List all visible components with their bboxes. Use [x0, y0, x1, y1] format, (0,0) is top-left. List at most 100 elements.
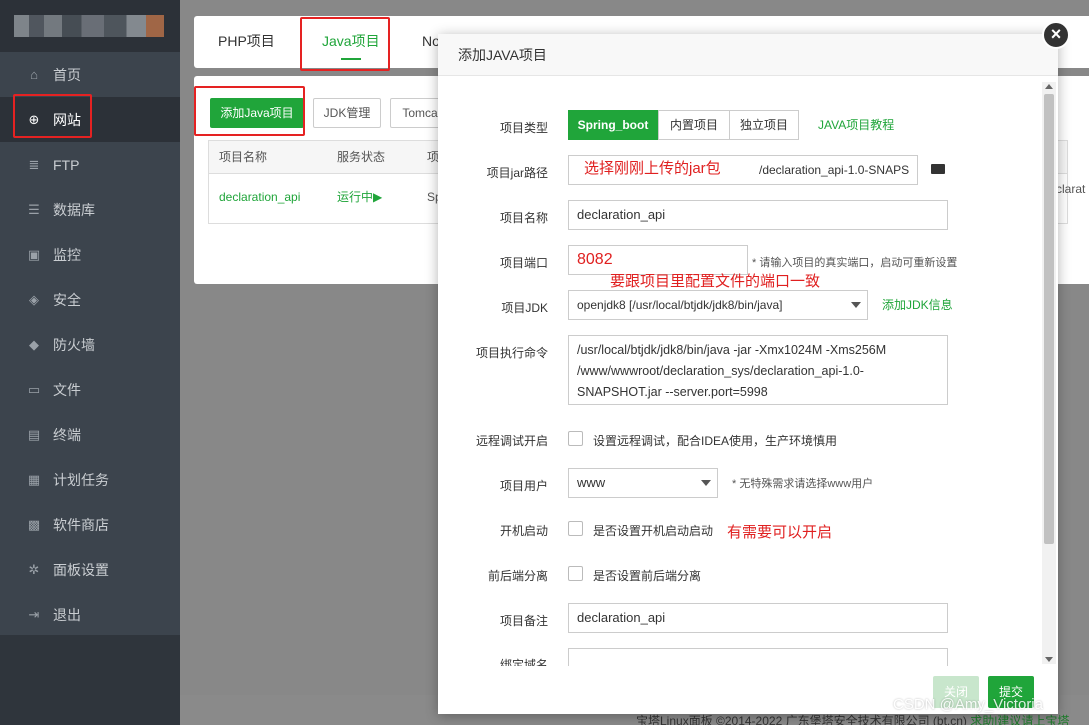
sidebar-item-label: 首页 [53, 66, 81, 83]
scroll-thumb[interactable] [1044, 94, 1054, 544]
port-hint: * 请输入项目的真实端口，启动可重新设置 [752, 257, 958, 269]
sidebar-item-11[interactable]: ✲ 面板设置 [0, 547, 180, 592]
sidebar-nav: ⌂ 首页 ⊕ 网站 ≣ FTP ☰ 数据库 ▣ 监控 ◈ 安全 ◆ 防火墙 ▭ 文件 ▤ 终端 ▦ 计划任务 ▩ 软件商店… [0, 52, 180, 637]
frontend-split-text: 是否设置前后端分离 [593, 569, 702, 583]
jdk-select[interactable]: openjdk8 [/usr/local/btjdk/jdk8/bin/java… [568, 290, 868, 320]
add-jdk-link[interactable]: 添加JDK信息 [882, 296, 953, 313]
chevron-down-icon [701, 480, 711, 486]
help-link[interactable]: 求助|建议请上宝塔 [970, 714, 1069, 725]
remote-debug-label: 远程调试开启 [475, 434, 548, 448]
project-name-label: 项目名称 [499, 211, 548, 225]
exec-command-label: 项目执行命令 [475, 346, 548, 360]
col-status: 服务状态 [337, 150, 386, 164]
bind-domain-label: 绑定域名 [499, 658, 548, 666]
add-java-project-dialog: 添加JAVA项目 项目类型 Spring_boot 内置项目 独立项目 JAVA… [438, 34, 1058, 714]
project-remark-label: 项目备注 [499, 614, 548, 628]
type-springboot-option[interactable]: Spring_boot [568, 110, 658, 140]
monitor-icon: ▣ [27, 246, 41, 262]
sidebar-item-12[interactable]: ⇥ 退出 [0, 592, 180, 637]
sidebar-item-label: 面板设置 [53, 561, 109, 578]
project-type-label: 项目类型 [499, 121, 548, 135]
logout-icon: ⇥ [28, 606, 40, 622]
folder-icon: ▭ [27, 381, 41, 397]
project-name-link[interactable]: declaration_api [219, 174, 300, 220]
boot-start-label: 开机启动 [499, 524, 548, 538]
col-project-name: 项目名称 [219, 150, 268, 164]
calendar-icon: ▦ [27, 471, 41, 487]
project-user-label: 项目用户 [499, 479, 548, 493]
dialog-scrollbar[interactable] [1042, 82, 1056, 664]
boot-start-text: 是否设置开机启动启动 [593, 524, 714, 538]
sidebar-item-10[interactable]: ▩ 软件商店 [0, 502, 180, 547]
type-standalone-option[interactable]: 独立项目 [729, 110, 799, 140]
scroll-down-icon[interactable] [1045, 657, 1053, 662]
sidebar-item-label: 退出 [53, 606, 81, 623]
sidebar-item-label: 文件 [53, 381, 81, 398]
project-remark-input[interactable]: declaration_api [568, 603, 948, 633]
jar-path-annotation: 选择刚刚上传的jar包 [584, 160, 721, 177]
java-tutorial-link[interactable]: JAVA项目教程 [818, 116, 894, 133]
frontend-split-checkbox[interactable] [568, 566, 583, 581]
sidebar-item-0[interactable]: ⌂ 首页 [0, 52, 180, 97]
gear-icon: ✲ [28, 561, 40, 577]
sidebar-item-label: 终端 [53, 426, 81, 443]
sidebar-item-label: 监控 [53, 246, 81, 263]
remote-debug-checkbox[interactable] [568, 431, 583, 446]
jdk-manage-button[interactable]: JDK管理 [313, 98, 381, 128]
database-icon: ☰ [28, 201, 40, 217]
frontend-split-label: 前后端分离 [487, 569, 548, 583]
sidebar-item-3[interactable]: ☰ 数据库 [0, 187, 180, 232]
project-name-input[interactable]: declaration_api [568, 200, 948, 230]
project-port-label: 项目端口 [499, 256, 548, 270]
annotation-box-add-button [194, 86, 305, 136]
terminal-icon: ▤ [27, 426, 41, 442]
sidebar-item-4[interactable]: ▣ 监控 [0, 232, 180, 277]
ftp-icon: ≣ [28, 156, 40, 172]
logo-image [14, 15, 164, 37]
sidebar-item-9[interactable]: ▦ 计划任务 [0, 457, 180, 502]
exec-command-textarea[interactable]: /usr/local/btjdk/jdk8/bin/java -jar -Xmx… [568, 335, 948, 405]
sidebar-item-label: 计划任务 [53, 471, 109, 488]
home-icon: ⌂ [30, 67, 38, 82]
close-icon[interactable]: × [1042, 21, 1070, 49]
scroll-up-icon[interactable] [1045, 84, 1053, 89]
port-annotation: 要跟项目里配置文件的端口一致 [610, 273, 821, 290]
command-line: /www/wwwroot/declaration_sys/declaration… [577, 364, 864, 378]
status-running[interactable]: 运行中▶ [337, 174, 382, 220]
user-hint: * 无特殊需求请选择www用户 [732, 478, 874, 490]
folder-open-icon[interactable] [931, 164, 945, 174]
sidebar-item-5[interactable]: ◈ 安全 [0, 277, 180, 322]
grid-icon: ▩ [27, 516, 41, 532]
command-line: SNAPSHOT.jar --server.port=5998 [577, 385, 768, 399]
boot-start-checkbox[interactable] [568, 521, 583, 536]
firewall-icon: ◆ [29, 336, 39, 352]
sidebar-item-label: 数据库 [53, 201, 95, 218]
logo [0, 0, 180, 52]
sidebar-item-7[interactable]: ▭ 文件 [0, 367, 180, 412]
sidebar-item-label: FTP [53, 156, 80, 173]
project-jdk-label: 项目JDK [501, 301, 548, 315]
sidebar-item-6[interactable]: ◆ 防火墙 [0, 322, 180, 367]
command-line: /usr/local/btjdk/jdk8/bin/java -jar -Xmx… [577, 343, 887, 357]
copyright-text: 宝塔Linux面板 ©2014-2022 广东堡塔安全技术有限公司 (bt.cn… [636, 714, 967, 725]
sidebar-item-label: 安全 [53, 291, 81, 308]
tab-php[interactable]: PHP项目 [218, 16, 275, 68]
chevron-down-icon [851, 302, 861, 308]
sidebar-item-label: 软件商店 [53, 516, 109, 533]
sidebar-item-label: 防火墙 [53, 336, 95, 353]
dialog-title: 添加JAVA项目 [438, 34, 1058, 76]
annotation-box-java-tab [300, 17, 390, 71]
user-select[interactable]: www [568, 468, 718, 498]
table-cell-overflow: clarat [1056, 182, 1086, 196]
sidebar-item-2[interactable]: ≣ FTP [0, 142, 180, 187]
sidebar-item-8[interactable]: ▤ 终端 [0, 412, 180, 457]
remote-debug-text: 设置远程调试，配合IDEA使用，生产环境慎用 [593, 434, 838, 448]
watermark: CSDN @Amy_Victoria [893, 696, 1043, 713]
sidebar-footer [0, 635, 180, 725]
annotation-box-website [13, 94, 92, 138]
shield-icon: ◈ [29, 291, 39, 307]
boot-annotation: 有需要可以开启 [727, 524, 833, 541]
type-builtin-option[interactable]: 内置项目 [658, 110, 730, 140]
jar-path-label: 项目jar路径 [486, 166, 548, 180]
bind-domain-input[interactable] [568, 648, 948, 666]
